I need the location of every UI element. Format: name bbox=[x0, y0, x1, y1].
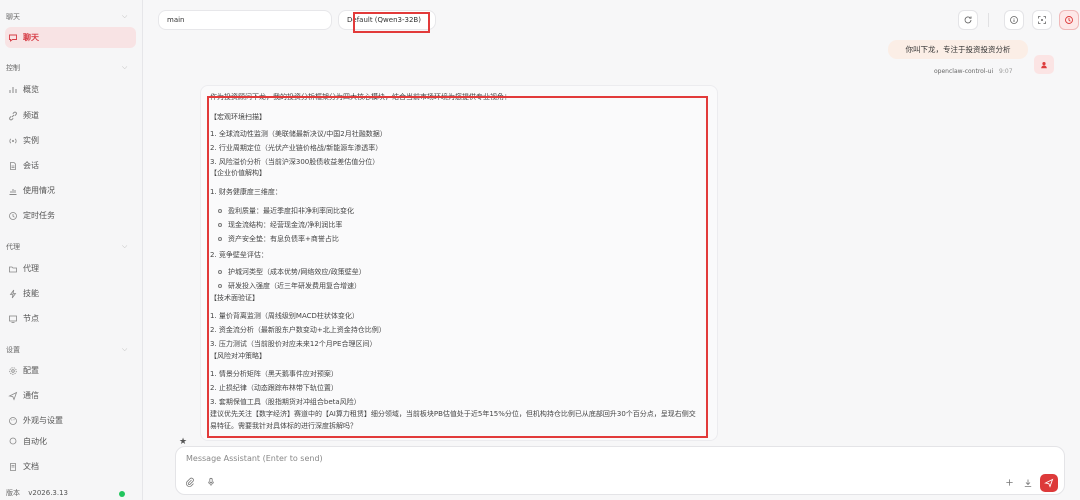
sidebar-item-label: 概览 bbox=[23, 85, 39, 94]
sidebar-item-overview[interactable]: 概览 bbox=[5, 79, 136, 100]
book-icon bbox=[8, 462, 18, 472]
automation-icon bbox=[8, 436, 18, 446]
chevron-down-icon[interactable]: ⌵ bbox=[122, 12, 127, 21]
link-icon bbox=[8, 111, 18, 121]
section-title-chat: 聊天 bbox=[6, 13, 20, 21]
refresh-icon bbox=[964, 16, 972, 24]
radio-icon bbox=[8, 136, 18, 146]
sidebar-item-docs[interactable]: 文档 bbox=[5, 456, 136, 477]
chevron-down-icon[interactable]: ⌵ bbox=[122, 345, 127, 354]
message-sender: openclaw-control-ui bbox=[934, 68, 994, 75]
paperclip-icon bbox=[186, 477, 194, 487]
history-button[interactable] bbox=[1059, 10, 1079, 30]
attach-button[interactable] bbox=[185, 477, 195, 487]
download-button[interactable] bbox=[1023, 478, 1033, 488]
sidebar-item-label: 实例 bbox=[23, 136, 39, 145]
sidebar-item-label: 代理 bbox=[23, 264, 39, 273]
send-button[interactable] bbox=[1040, 474, 1058, 492]
sidebar-item-config[interactable]: 配置 bbox=[5, 360, 136, 381]
sidebar-item-nodes[interactable]: 节点 bbox=[5, 308, 136, 329]
user-icon bbox=[1041, 61, 1047, 68]
sidebar-item-appearance[interactable]: 外观与设置 bbox=[5, 410, 136, 431]
version-info: 版本 v2026.3.13 bbox=[6, 488, 68, 498]
sidebar-item-label: 技能 bbox=[23, 289, 39, 298]
bar-chart-icon bbox=[8, 85, 18, 95]
toolbar-divider bbox=[988, 13, 989, 27]
version-value: v2026.3.13 bbox=[28, 489, 69, 497]
folder-icon bbox=[8, 264, 18, 274]
sidebar-item-label: 配置 bbox=[23, 366, 39, 375]
sidebar: 聊天 ⌵ 聊天 控制 ⌵ 概览 频道 实例 会话 使用情况 定时任务 代理 ⌵ … bbox=[0, 0, 143, 500]
section-title-settings: 设置 bbox=[6, 346, 20, 354]
user-message-meta: openclaw-control-ui 9:07 bbox=[934, 68, 1013, 75]
sidebar-item-cron[interactable]: 定时任务 bbox=[5, 205, 136, 226]
focus-icon bbox=[1038, 16, 1046, 24]
plus-icon bbox=[1006, 479, 1013, 486]
section-title-control: 控制 bbox=[6, 64, 20, 72]
sidebar-item-label: 通信 bbox=[23, 391, 39, 400]
usage-chart-icon bbox=[8, 186, 18, 196]
sidebar-item-skills[interactable]: 技能 bbox=[5, 283, 136, 304]
message-input[interactable] bbox=[186, 454, 786, 463]
session-value: main bbox=[167, 16, 185, 24]
sidebar-item-label: 定时任务 bbox=[23, 211, 55, 220]
palette-icon bbox=[8, 416, 18, 426]
sidebar-item-sessions[interactable]: 会话 bbox=[5, 155, 136, 176]
info-button[interactable] bbox=[1004, 10, 1024, 30]
status-dot bbox=[119, 491, 125, 497]
focus-button[interactable] bbox=[1032, 10, 1052, 30]
sidebar-item-usage[interactable]: 使用情况 bbox=[5, 180, 136, 201]
user-message-bubble: 你叫下龙，专注于投资投资分析 bbox=[888, 40, 1028, 59]
lightning-icon bbox=[8, 289, 18, 299]
sidebar-item-instances[interactable]: 实例 bbox=[5, 130, 136, 151]
sidebar-item-automation[interactable]: 自动化 bbox=[5, 434, 136, 448]
clock-icon bbox=[8, 211, 18, 221]
sidebar-item-label: 文档 bbox=[23, 462, 39, 471]
sidebar-item-channels[interactable]: 频道 bbox=[5, 105, 136, 126]
user-message-text: 你叫下龙，专注于投资投资分析 bbox=[905, 45, 1011, 54]
avatar bbox=[1034, 55, 1054, 74]
download-icon bbox=[1024, 479, 1032, 487]
microphone-icon bbox=[208, 477, 214, 486]
section-title-agents: 代理 bbox=[6, 243, 20, 251]
voice-button[interactable] bbox=[206, 477, 216, 487]
send-icon bbox=[8, 391, 18, 401]
sidebar-item-chat[interactable]: 聊天 bbox=[5, 27, 136, 48]
sidebar-item-label: 聊天 bbox=[23, 33, 39, 42]
sidebar-item-label: 节点 bbox=[23, 314, 39, 323]
sidebar-item-label: 自动化 bbox=[23, 437, 47, 446]
sidebar-item-label: 频道 bbox=[23, 111, 39, 120]
sidebar-item-comms[interactable]: 通信 bbox=[5, 385, 136, 406]
chevron-down-icon[interactable]: ⌵ bbox=[122, 242, 127, 251]
sidebar-item-agents[interactable]: 代理 bbox=[5, 258, 136, 279]
highlight-box bbox=[353, 12, 430, 33]
monitor-icon bbox=[8, 314, 18, 324]
document-icon bbox=[8, 161, 18, 171]
refresh-button[interactable] bbox=[958, 10, 978, 30]
gear-icon bbox=[8, 366, 18, 376]
sidebar-item-label: 外观与设置 bbox=[23, 416, 63, 425]
chevron-down-icon[interactable]: ⌵ bbox=[122, 63, 127, 72]
chat-icon bbox=[8, 33, 18, 43]
info-icon bbox=[1010, 16, 1018, 24]
version-key: 版本 bbox=[6, 489, 20, 497]
composer bbox=[175, 446, 1065, 495]
clock-icon bbox=[1065, 16, 1073, 24]
highlight-box bbox=[207, 96, 708, 438]
sidebar-item-label: 使用情况 bbox=[23, 186, 55, 195]
send-icon bbox=[1044, 478, 1054, 488]
sidebar-item-label: 会话 bbox=[23, 161, 39, 170]
session-select[interactable]: main bbox=[158, 10, 332, 30]
add-button[interactable] bbox=[1005, 478, 1014, 487]
message-time: 9:07 bbox=[999, 68, 1013, 75]
